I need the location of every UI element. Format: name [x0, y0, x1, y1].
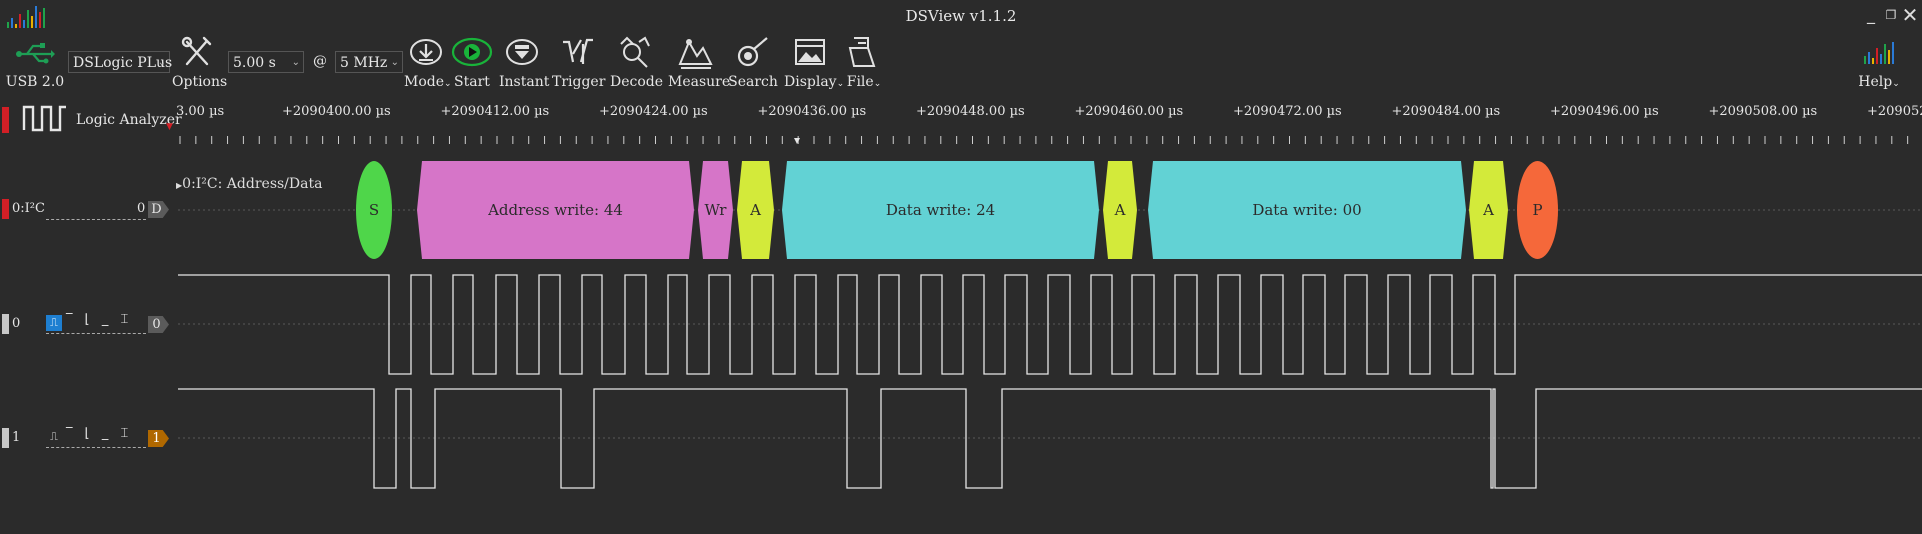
name-underline — [46, 333, 146, 334]
decoder-segment-label: A — [1482, 201, 1494, 219]
decoder-row-title: ▶0:I²C: Address/Data — [176, 176, 323, 192]
decoder-segment-label: A — [1114, 201, 1126, 219]
decoder-channel-value: 0 — [137, 201, 146, 216]
name-underline — [46, 219, 146, 220]
decoder-segment-label: Address write: 44 — [487, 201, 623, 219]
decoder-segment-label: Data write: 24 — [886, 201, 995, 219]
decoder-channel-name: 0:I²C — [12, 201, 45, 216]
decoder-segment-label: A — [749, 201, 761, 219]
trigger-options-icons[interactable]: ‾ ⌊ _ ⌶ — [66, 312, 132, 327]
trigger-options-icons[interactable]: ‾ ⌊ _ ⌶ — [66, 426, 132, 441]
decoder-color-marker — [2, 199, 9, 219]
channel-1-marker — [2, 428, 9, 448]
decoder-segment-label: Wr — [705, 201, 728, 219]
waveform-canvas[interactable]: S Address write: 44 Wr A Data write: 24 A Data… — [0, 0, 1922, 534]
channel-0-index: 0 — [12, 316, 21, 331]
rising-edge-trigger-icon[interactable]: ⎍ — [46, 315, 62, 331]
decoder-segment-label: P — [1532, 201, 1542, 219]
rising-edge-trigger-icon[interactable]: ⎍ — [46, 429, 62, 445]
decoder-segment-label: S — [369, 201, 379, 219]
channel-0-marker — [2, 314, 9, 334]
channel-1-index: 1 — [12, 430, 21, 445]
decoder-segment-label: Data write: 00 — [1252, 201, 1361, 219]
name-underline — [46, 447, 146, 448]
